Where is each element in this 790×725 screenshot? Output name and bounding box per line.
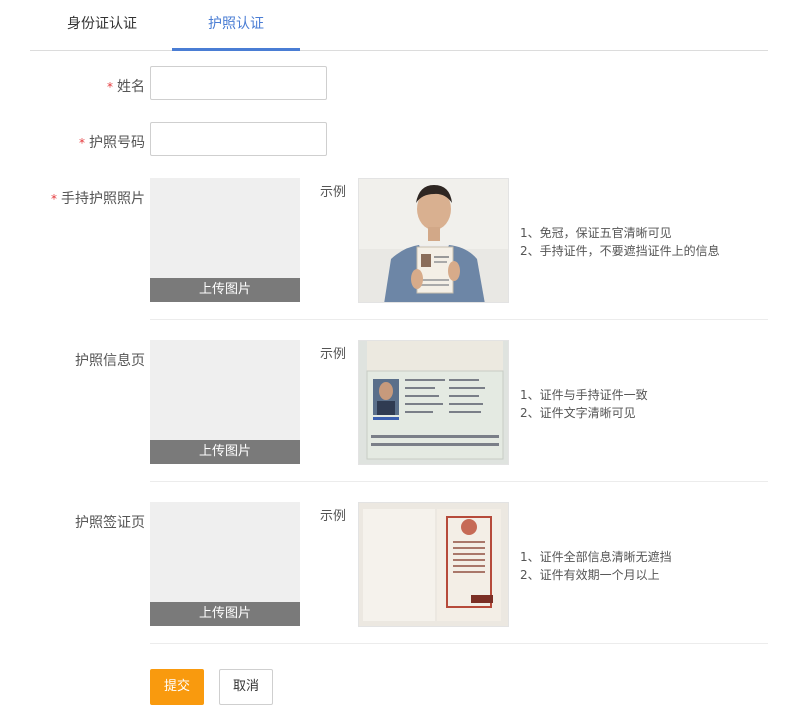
tip-item: 2、手持证件，不要遮挡证件上的信息 bbox=[520, 244, 720, 258]
handheld-photo-tips: 1、免冠，保证五官清晰可见 2、手持证件，不要遮挡证件上的信息 bbox=[520, 224, 720, 260]
cancel-button[interactable]: 取消 bbox=[219, 669, 273, 705]
name-label: * 姓名 bbox=[107, 79, 145, 95]
passport-info-page-label: 护照信息页 bbox=[75, 353, 145, 369]
passport-number-input[interactable] bbox=[150, 122, 327, 156]
name-input[interactable] bbox=[150, 66, 327, 100]
passport-visa-tips: 1、证件全部信息清晰无遮挡 2、证件有效期一个月以上 bbox=[520, 548, 672, 584]
sample-passport-info-image bbox=[358, 340, 509, 465]
tab-bar: 身份证认证 护照认证 bbox=[30, 0, 768, 51]
tip-item: 1、证件全部信息清晰无遮挡 bbox=[520, 550, 672, 564]
submit-button[interactable]: 提交 bbox=[150, 669, 204, 705]
passport-info-upload-area[interactable]: 上传图片 bbox=[150, 340, 300, 464]
divider bbox=[150, 481, 768, 482]
sample-label: 示例 bbox=[320, 185, 347, 200]
tip-item: 2、证件有效期一个月以上 bbox=[520, 568, 660, 582]
upload-button[interactable]: 上传图片 bbox=[150, 278, 300, 302]
passport-visa-illustration bbox=[359, 503, 508, 626]
tab-passport[interactable]: 护照认证 bbox=[172, 0, 300, 51]
handheld-photo-label: * 手持护照照片 bbox=[51, 191, 145, 207]
tip-item: 1、免冠，保证五官清晰可见 bbox=[520, 226, 672, 240]
tip-item: 2、证件文字清晰可见 bbox=[520, 406, 636, 420]
divider bbox=[150, 319, 768, 320]
passport-visa-page-label: 护照签证页 bbox=[75, 515, 145, 531]
handheld-photo-upload-area[interactable]: 上传图片 bbox=[150, 178, 300, 302]
sample-label: 示例 bbox=[320, 347, 347, 362]
handheld-photo-illustration bbox=[359, 179, 508, 302]
sample-label: 示例 bbox=[320, 509, 347, 524]
tip-item: 1、证件与手持证件一致 bbox=[520, 388, 648, 402]
passport-info-illustration bbox=[359, 341, 508, 464]
upload-button[interactable]: 上传图片 bbox=[150, 440, 300, 464]
sample-passport-visa-image bbox=[358, 502, 509, 627]
sample-handheld-photo-image bbox=[358, 178, 509, 303]
passport-info-tips: 1、证件与手持证件一致 2、证件文字清晰可见 bbox=[520, 386, 648, 422]
tab-id-card[interactable]: 身份证认证 bbox=[46, 0, 158, 50]
upload-button[interactable]: 上传图片 bbox=[150, 602, 300, 626]
passport-number-label: * 护照号码 bbox=[79, 135, 145, 151]
divider bbox=[150, 643, 768, 644]
passport-visa-upload-area[interactable]: 上传图片 bbox=[150, 502, 300, 626]
